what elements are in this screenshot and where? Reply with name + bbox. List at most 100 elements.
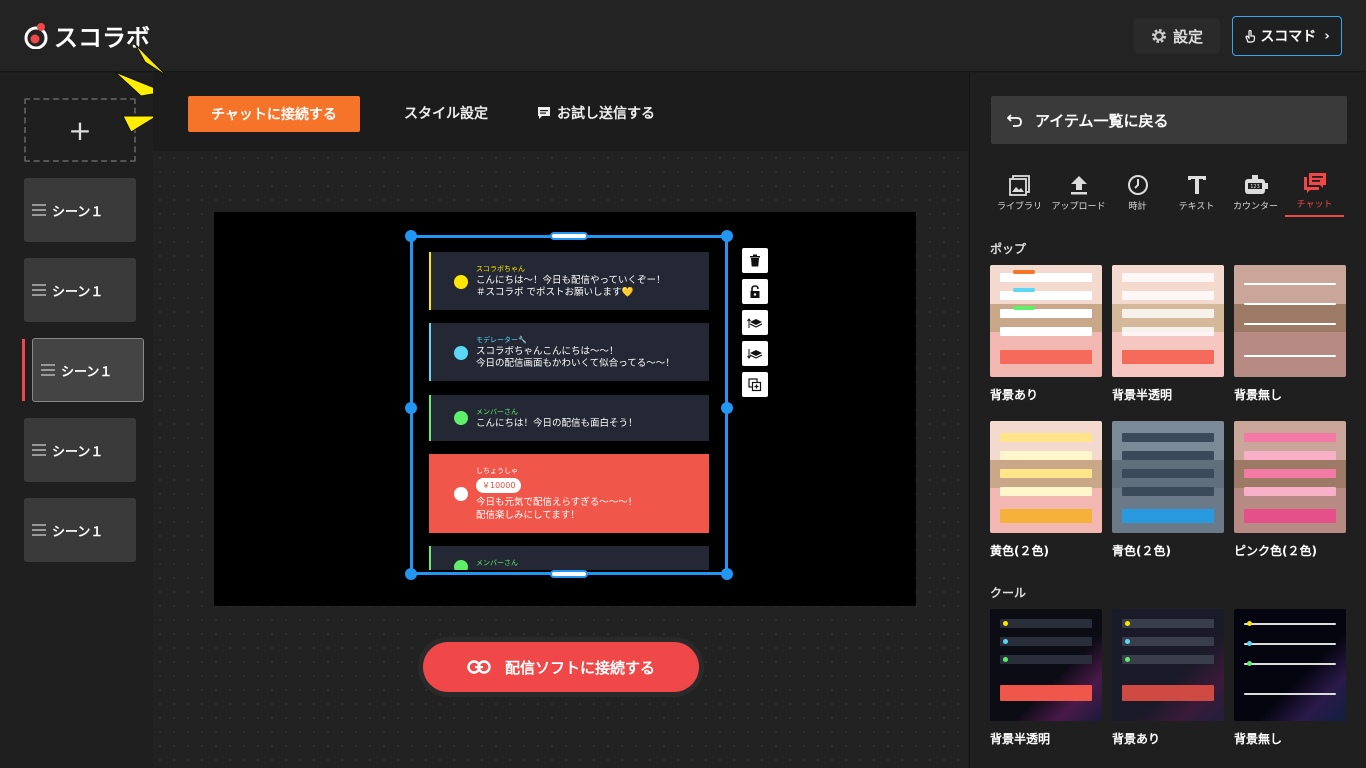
connect-chat-button[interactable]: チャットに接続する [188, 96, 360, 132]
tab-chat[interactable]: チャット [1285, 169, 1344, 217]
resize-handle[interactable] [721, 568, 733, 580]
clock-icon [1127, 175, 1148, 195]
user-dot-icon [454, 346, 468, 360]
editor-toolbar: チャットに接続する スタイル設定 お試し送信する [153, 73, 968, 151]
resize-handle[interactable] [405, 402, 417, 414]
user-dot-icon [454, 487, 468, 501]
scene-item[interactable]: シーン１ [24, 178, 136, 242]
chat-widget-selection[interactable]: スコラボちゃん こんにちは～！今日も配信やっていくぞー！ ＃スコラボ でポストお… [405, 230, 733, 580]
chevron-right-icon: › [1324, 28, 1330, 44]
resize-handle[interactable] [721, 230, 733, 242]
text-icon [1187, 176, 1206, 194]
scene-preview[interactable]: スコラボちゃん こんにちは～！今日も配信やっていくぞー！ ＃スコラボ でポストお… [214, 212, 916, 606]
thumbnail-label: 背景あり [1112, 732, 1161, 746]
tab-label: チャット [1296, 200, 1333, 210]
thumbnail-label: 背景半透明 [1112, 388, 1173, 402]
header: スコラボ 設定 スコマド › [0, 0, 1366, 72]
resize-handle[interactable] [405, 568, 417, 580]
logo-mark-icon [24, 22, 50, 49]
tab-library[interactable]: ライブラリ [990, 169, 1049, 217]
chat-style-thumbnail[interactable] [990, 609, 1102, 721]
scene-item[interactable]: シーン１ [24, 258, 136, 322]
chat-username: モデレーター🔧 [476, 336, 527, 344]
chat-username: メンバーさん [476, 559, 518, 567]
chat-username: スコラボちゃん [476, 265, 525, 273]
chat-widget: スコラボちゃん こんにちは～！今日も配信やっていくぞー！ ＃スコラボ でポストお… [425, 248, 713, 570]
item-panel: アイテム一覧に戻る ライブラリ アップロード 時計 テキスト 123 カウンター [969, 73, 1366, 768]
tab-clock[interactable]: 時計 [1108, 169, 1167, 217]
chat-style-thumbnail[interactable] [1112, 609, 1224, 721]
scomado-label: スコマド [1260, 29, 1317, 45]
canvas-area: スコラボちゃん こんにちは～！今日も配信やっていくぞー！ ＃スコラボ でポストお… [153, 151, 968, 768]
tab-upload[interactable]: アップロード [1049, 169, 1108, 217]
style-settings-tab[interactable]: スタイル設定 [404, 103, 488, 123]
svg-text:123: 123 [1250, 184, 1260, 190]
scene-label: シーン１ [61, 364, 113, 380]
duplicate-icon [748, 377, 762, 391]
message-icon [538, 107, 550, 119]
thumbnail-label: 背景無し [1234, 732, 1283, 746]
drag-handle-icon[interactable] [32, 204, 46, 216]
drag-handle-icon[interactable] [32, 444, 46, 456]
lock-button[interactable] [742, 279, 768, 304]
gear-icon [1151, 29, 1166, 43]
chat-style-thumbnail[interactable] [1112, 265, 1224, 377]
drag-handle-icon[interactable] [41, 364, 55, 376]
connect-streaming-software-button[interactable]: 配信ソフトに接続する [423, 642, 699, 692]
scene-label: シーン１ [52, 524, 104, 540]
send-backward-button[interactable] [742, 341, 768, 366]
stream-button-label: 配信ソフトに接続する [504, 658, 655, 677]
chat-style-thumbnail[interactable] [1112, 421, 1224, 533]
item-category-tabs: ライブラリ アップロード 時計 テキスト 123 カウンター チャット [990, 169, 1348, 217]
chat-username: しちょうしゃ [476, 467, 518, 475]
tab-text[interactable]: テキスト [1167, 169, 1226, 217]
counter-icon: 123 [1244, 175, 1268, 194]
chat-style-thumbnail[interactable] [1234, 265, 1346, 377]
settings-button[interactable]: 設定 [1134, 18, 1220, 54]
resize-handle[interactable] [405, 230, 417, 242]
thumbnail-label: 背景無し [1234, 388, 1283, 402]
bring-forward-button[interactable] [742, 310, 768, 335]
chat-text: 配信楽しみにしてます！ [476, 510, 580, 521]
undo-icon [1007, 114, 1022, 127]
test-send-button[interactable]: お試し送信する [537, 103, 655, 123]
chat-style-thumbnail[interactable] [1234, 421, 1346, 533]
tab-label: カウンター [1232, 202, 1278, 212]
user-dot-icon [454, 560, 468, 570]
back-label: アイテム一覧に戻る [1035, 111, 1169, 130]
back-to-items-button[interactable]: アイテム一覧に戻る [991, 96, 1347, 144]
chat-style-thumbnail[interactable] [990, 265, 1102, 377]
chat-style-thumbnail[interactable] [990, 421, 1102, 533]
chat-message: スコラボちゃん こんにちは～！今日も配信やっていくぞー！ ＃スコラボ でポストお… [429, 252, 709, 310]
upload-icon [1070, 176, 1087, 195]
scene-label: シーン１ [52, 284, 104, 300]
thumbnail-label: 青色(２色) [1112, 544, 1171, 558]
lock-icon [750, 285, 760, 298]
resize-handle[interactable] [550, 570, 588, 578]
scene-item[interactable]: シーン１ [24, 498, 136, 562]
scene-item-active[interactable]: シーン１ [32, 338, 144, 402]
delete-button[interactable] [742, 248, 768, 273]
duplicate-button[interactable] [742, 372, 768, 397]
drag-handle-icon[interactable] [32, 524, 46, 536]
superchat-amount-badge: ￥10000 [476, 478, 522, 493]
scene-label: シーン１ [52, 204, 104, 220]
scene-item[interactable]: シーン１ [24, 418, 136, 482]
chat-text: こんにちは！今日の配信も面白そう！ [476, 418, 638, 429]
resize-handle[interactable] [721, 402, 733, 414]
tab-counter[interactable]: 123 カウンター [1226, 169, 1285, 217]
test-send-label: お試し送信する [557, 106, 655, 122]
chat-style-thumbnail[interactable] [1234, 609, 1346, 721]
drag-handle-icon[interactable] [32, 284, 46, 296]
chat-text: ＃スコラボ でポストお願いします💛 [476, 287, 634, 298]
app-root: スコラボ 設定 スコマド › + シーン１ シーン１ シーン１ シーン１ シーン… [0, 0, 1366, 768]
tab-label: 時計 [1128, 202, 1147, 212]
tab-label: アップロード [1051, 202, 1106, 212]
chat-text: 今日の配信画面もかわいくて似合ってる～～！ [476, 358, 675, 369]
resize-handle[interactable] [550, 232, 588, 240]
hand-icon [1245, 29, 1256, 43]
scomado-button[interactable]: スコマド › [1232, 16, 1342, 56]
scene-sidebar: + シーン１ シーン１ シーン１ シーン１ シーン１ [0, 73, 153, 768]
superchat-message: しちょうしゃ ￥10000 今日も元気で配信えらすぎる～～～！ 配信楽しみにして… [429, 454, 709, 533]
section-title: ポップ [990, 242, 1027, 256]
